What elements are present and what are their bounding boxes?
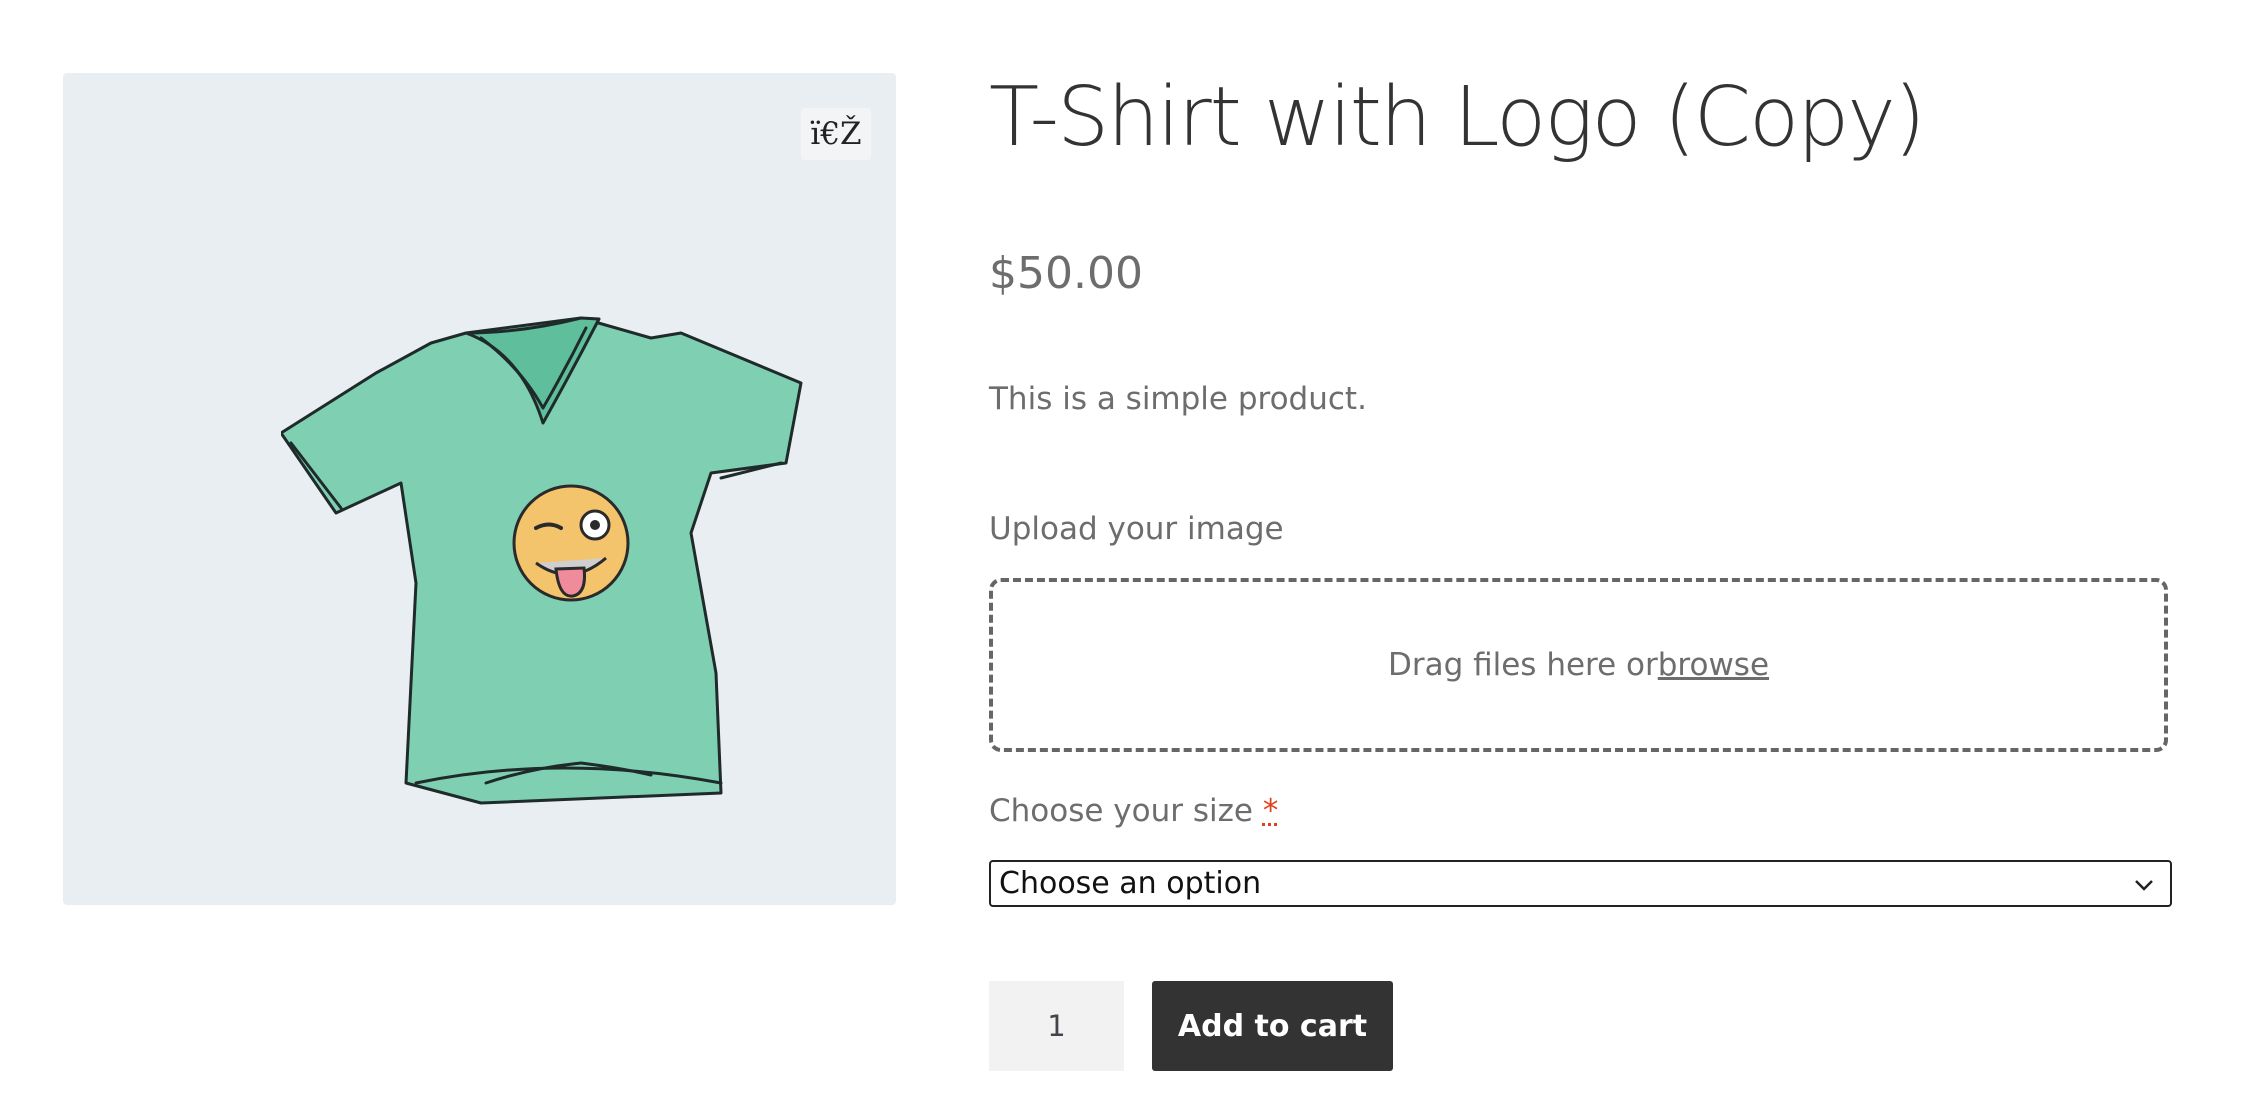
- product-price: $50.00: [989, 248, 1143, 299]
- dropzone-text: Drag files here or: [1387, 647, 1658, 683]
- quantity-input[interactable]: 1: [989, 981, 1124, 1071]
- size-select-value: Choose an option: [999, 866, 1262, 901]
- product-title: T-Shirt with Logo (Copy): [989, 70, 1926, 165]
- upload-dropzone[interactable]: Drag files here or browse: [989, 578, 2168, 752]
- required-mark: *: [1262, 793, 1279, 829]
- size-label-text: Choose your size: [989, 793, 1263, 829]
- add-to-cart-button[interactable]: Add to cart: [1152, 981, 1393, 1071]
- product-description: This is a simple product.: [989, 381, 1367, 417]
- size-select[interactable]: Choose an option: [989, 860, 2172, 907]
- upload-label: Upload your image: [989, 511, 1284, 547]
- product-image: [281, 316, 803, 805]
- size-label: Choose your size *: [989, 793, 1278, 829]
- chevron-down-icon: [2135, 880, 2153, 891]
- zoom-icon[interactable]: ï€Ž: [801, 108, 871, 160]
- product-image-gallery: [63, 73, 896, 905]
- browse-link[interactable]: browse: [1658, 647, 1769, 683]
